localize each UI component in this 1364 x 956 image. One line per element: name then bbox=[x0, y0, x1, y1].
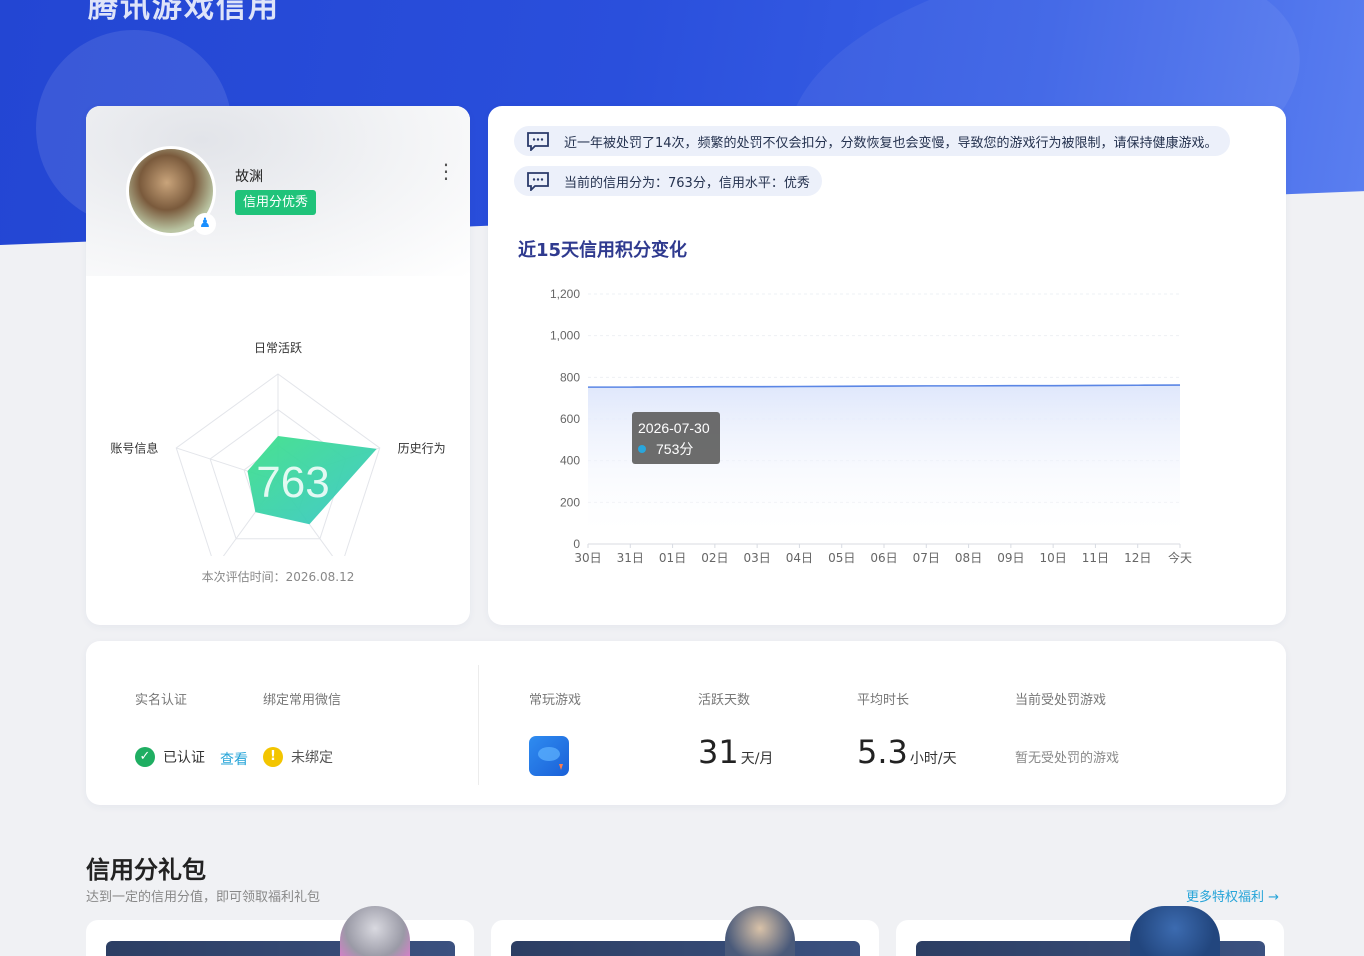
x-tick-label: 今天 bbox=[1168, 550, 1192, 565]
wechat-status[interactable]: ! 未绑定 bbox=[263, 747, 333, 767]
gift-section-subtitle: 达到一定的信用分值，即可领取福利礼包 bbox=[86, 890, 321, 905]
x-tick-label: 05日 bbox=[828, 551, 855, 565]
verified-text: 已认证 bbox=[163, 750, 205, 766]
gift-character-image bbox=[340, 906, 410, 956]
y-tick-label: 200 bbox=[560, 495, 580, 509]
wechat-label: 绑定常用微信 bbox=[263, 693, 342, 708]
gift-section-title: 信用分礼包 bbox=[86, 856, 206, 884]
realname-status: ✓ 已认证 bbox=[135, 747, 205, 767]
message-icon bbox=[527, 132, 549, 151]
chart-tooltip: 2026-07-30 753分 bbox=[632, 412, 720, 464]
score-watermark: 763 bbox=[256, 458, 329, 507]
avg-time-label: 平均时长 bbox=[857, 693, 910, 708]
y-tick-label: 1,200 bbox=[550, 287, 580, 301]
avg-time-stat: 5.3 小时/天 bbox=[857, 733, 957, 771]
check-icon: ✓ bbox=[135, 747, 155, 767]
gift-card[interactable] bbox=[86, 920, 474, 956]
gift-character-image bbox=[725, 906, 795, 956]
evaluation-time: 本次评估时间：2026.08.12 bbox=[201, 570, 355, 584]
x-tick-label: 10日 bbox=[1040, 551, 1067, 565]
x-axis: 30日 31日 01日 02日 03日 04日 05日 06日 07日 08日 09日 10日 11日 1… bbox=[574, 544, 1192, 565]
y-tick-label: 400 bbox=[560, 454, 580, 468]
active-days-stat: 31 天/月 bbox=[698, 733, 773, 771]
credit-line-chart[interactable]: 0 200 400 600 800 1,000 1,200 30日 31日 01日 02日 03日 0… bbox=[528, 278, 1258, 578]
penalty-games-value: 暂无受处罚的游戏 bbox=[1015, 751, 1120, 766]
radar-label: 账号信息 bbox=[110, 441, 158, 456]
avg-time-value: 5.3 bbox=[857, 733, 908, 771]
avg-time-unit: 小时/天 bbox=[909, 751, 957, 767]
view-realname-link[interactable]: 查看 bbox=[220, 749, 248, 769]
site-logo[interactable]: 腾讯游戏信用 bbox=[88, 0, 280, 26]
gift-card[interactable] bbox=[491, 920, 879, 956]
gift-character-image bbox=[1130, 906, 1220, 956]
username: 故渊 bbox=[235, 169, 263, 185]
radar-label: 日常活跃 bbox=[254, 341, 302, 355]
score-notice: 当前的信用分为：763分，信用水平：优秀 bbox=[514, 166, 822, 196]
message-icon bbox=[527, 172, 549, 191]
gift-card[interactable] bbox=[896, 920, 1284, 956]
y-axis: 0 200 400 600 800 1,000 1,200 bbox=[550, 287, 580, 551]
account-info-card: 实名认证 绑定常用微信 ✓ 已认证 查看 ! 未绑定 常玩游戏 活跃天数 31 天… bbox=[86, 641, 1286, 805]
warning-icon: ! bbox=[263, 747, 283, 767]
tooltip-series-dot bbox=[638, 445, 646, 453]
chart-title: 近15天信用积分变化 bbox=[518, 240, 688, 261]
x-tick-label: 31日 bbox=[617, 551, 644, 565]
radar-label: 历史行为 bbox=[398, 442, 446, 456]
x-tick-label: 30日 bbox=[574, 551, 601, 565]
y-tick-label: 0 bbox=[573, 537, 580, 551]
active-days-unit: 天/月 bbox=[740, 751, 774, 767]
penalty-notice-text: 近一年被处罚了14次，频繁的处罚不仅会扣分，分数恢复也会变慢，导致您的游戏行为被… bbox=[564, 135, 1218, 151]
more-benefits-link[interactable]: 更多特权福利 → bbox=[1186, 886, 1279, 905]
frequent-games-label: 常玩游戏 bbox=[529, 693, 582, 708]
score-notice-text: 当前的信用分为：763分，信用水平：优秀 bbox=[564, 175, 810, 191]
x-tick-label: 02日 bbox=[701, 551, 728, 565]
x-tick-label: 04日 bbox=[786, 551, 813, 565]
active-days-label: 活跃天数 bbox=[698, 693, 751, 708]
x-tick-label: 11日 bbox=[1082, 551, 1109, 565]
profile-card: ♟ 故渊 信用分优秀 ⋮ 763 日常活跃历史行为安全贡献游戏资产账号信息 本次… bbox=[86, 106, 470, 625]
x-tick-label: 08日 bbox=[955, 551, 982, 565]
x-tick-label: 07日 bbox=[913, 551, 940, 565]
credit-level-badge: 信用分优秀 bbox=[235, 190, 317, 215]
x-tick-label: 06日 bbox=[870, 551, 897, 565]
x-tick-label: 03日 bbox=[744, 551, 771, 565]
divider bbox=[478, 665, 479, 785]
realname-label: 实名认证 bbox=[135, 693, 188, 708]
x-tick-label: 09日 bbox=[997, 551, 1024, 565]
y-tick-label: 600 bbox=[560, 412, 580, 426]
game-icon[interactable] bbox=[529, 736, 569, 776]
y-tick-label: 800 bbox=[560, 370, 580, 384]
tooltip-value: 753分 bbox=[656, 441, 693, 457]
credit-radar-chart: 763 日常活跃历史行为安全贡献游戏资产账号信息 bbox=[110, 341, 446, 556]
unbound-text: 未绑定 bbox=[291, 750, 333, 766]
gift-card-image bbox=[511, 941, 860, 956]
more-options-icon[interactable]: ⋮ bbox=[436, 161, 456, 190]
qq-icon: ♟ bbox=[194, 213, 216, 235]
tooltip-date: 2026-07-30 bbox=[638, 420, 710, 436]
penalty-games-label: 当前受处罚游戏 bbox=[1015, 693, 1107, 708]
active-days-value: 31 bbox=[698, 733, 739, 771]
x-tick-label: 01日 bbox=[659, 551, 686, 565]
y-tick-label: 1,000 bbox=[550, 329, 580, 343]
credit-chart-card: 近一年被处罚了14次，频繁的处罚不仅会扣分，分数恢复也会变慢，导致您的游戏行为被… bbox=[488, 106, 1286, 625]
x-tick-label: 12日 bbox=[1124, 551, 1151, 565]
penalty-notice: 近一年被处罚了14次，频繁的处罚不仅会扣分，分数恢复也会变慢，导致您的游戏行为被… bbox=[514, 126, 1230, 156]
